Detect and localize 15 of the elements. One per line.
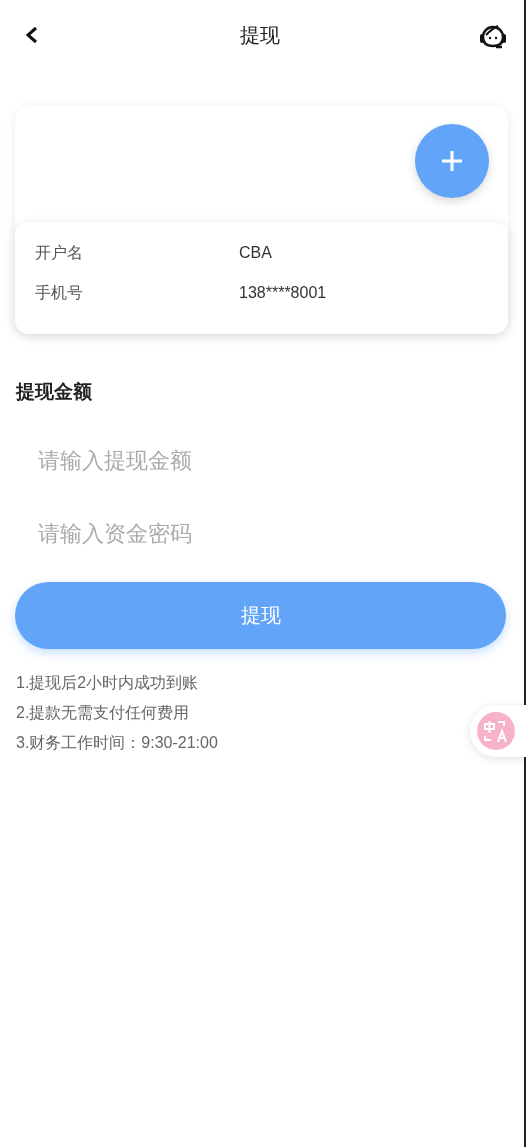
field-label: 开户名 bbox=[35, 243, 84, 263]
input-field[interactable]: 请输入提现金额 bbox=[16, 436, 508, 486]
section-title: 提现金额 bbox=[16, 380, 93, 404]
field-value: CBA bbox=[239, 243, 273, 263]
add-card-button[interactable] bbox=[415, 124, 489, 198]
plus-icon bbox=[440, 149, 464, 173]
note-text: 1.提现后2小时内成功到账 bbox=[16, 673, 200, 693]
withdraw-button[interactable]: 提现 bbox=[15, 582, 506, 649]
field-value: 138****8001 bbox=[239, 283, 328, 303]
note-text: 2.提款无需支付任何费用 bbox=[16, 703, 191, 723]
field-label: 手机号 bbox=[35, 283, 84, 303]
input-field[interactable]: 请输入资金密码 bbox=[16, 509, 508, 559]
note-text: 3.财务工作时间：9:30-21:00 bbox=[16, 733, 219, 753]
page-title: 提现 bbox=[240, 22, 280, 48]
translate-icon bbox=[477, 712, 515, 750]
